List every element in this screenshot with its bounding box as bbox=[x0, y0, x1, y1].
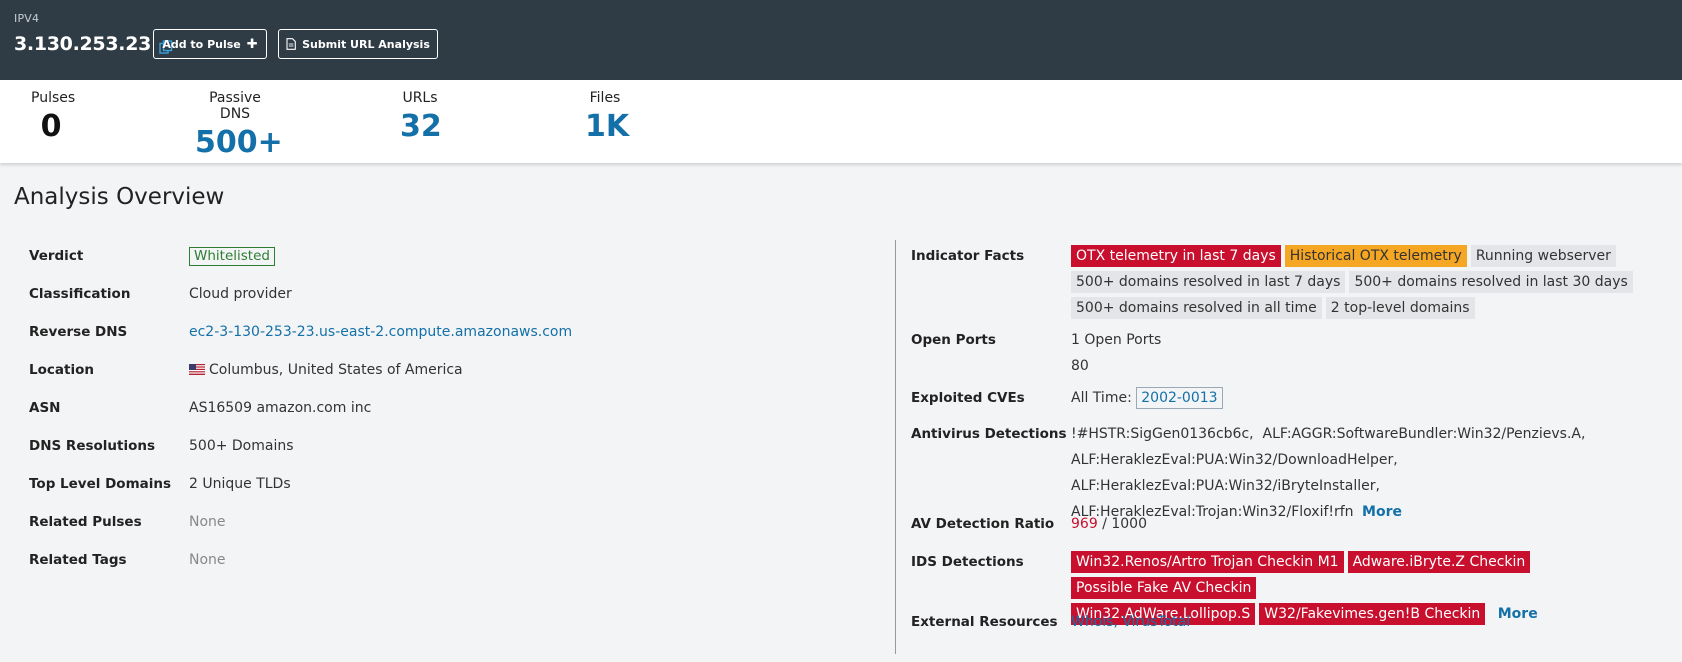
indicator-type: IPV4 bbox=[14, 12, 40, 25]
overview-right-column: Indicator Facts OTX telemetry in last 7 … bbox=[911, 245, 1671, 642]
header-bar: IPV4 3.130.253.23 Add to Pulse ✚ Submit … bbox=[0, 0, 1682, 80]
open-ports-row: Open Ports 1 Open Ports 80 bbox=[911, 330, 1671, 388]
ids-tag: Adware.iBryte.Z Checkin bbox=[1347, 551, 1531, 573]
dns-resolutions-row: DNS Resolutions 500+ Domains bbox=[29, 436, 879, 474]
page-title: Analysis Overview bbox=[14, 184, 225, 210]
field-label: Verdict bbox=[29, 248, 84, 264]
document-icon bbox=[286, 38, 296, 50]
av-total: / 1000 bbox=[1102, 516, 1147, 532]
ids-tag: Win32.Renos/Artro Trojan Checkin M1 bbox=[1071, 551, 1344, 573]
fact-tag: 500+ domains resolved in last 7 days bbox=[1071, 271, 1346, 293]
verdict-row: Verdict Whitelisted bbox=[29, 246, 879, 284]
open-port-value: 80 bbox=[1071, 358, 1089, 374]
stats-bar: Pulses 0 Passive DNS 500+ URLs 32 Files … bbox=[0, 80, 1682, 163]
related-tags-value: None bbox=[189, 552, 226, 568]
classification-value: Cloud provider bbox=[189, 286, 292, 302]
tld-row: Top Level Domains 2 Unique TLDs bbox=[29, 474, 879, 512]
stat-label: Files bbox=[589, 90, 621, 106]
av-detected-count: 969 bbox=[1071, 516, 1098, 532]
fact-tag: 2 top-level domains bbox=[1325, 297, 1475, 319]
fact-tag: Historical OTX telemetry bbox=[1284, 245, 1467, 267]
dns-resolutions-value: 500+ Domains bbox=[189, 438, 294, 454]
av-detection: ALF:HeraklezEval:PUA:Win32/DownloadHelpe… bbox=[1071, 452, 1398, 468]
field-label: DNS Resolutions bbox=[29, 438, 156, 454]
ids-tag: W32/Fakevimes.gen!B Checkin bbox=[1259, 603, 1486, 625]
field-label: AV Detection Ratio bbox=[911, 516, 1055, 532]
submit-url-analysis-button[interactable]: Submit URL Analysis bbox=[278, 29, 438, 59]
related-tags-row: Related Tags None bbox=[29, 550, 879, 588]
field-label: IDS Detections bbox=[911, 554, 1024, 570]
stat-passive-dns[interactable]: Passive DNS 500+ bbox=[195, 90, 283, 162]
fact-tag: OTX telemetry in last 7 days bbox=[1071, 245, 1281, 267]
ids-more-link[interactable]: More bbox=[1498, 606, 1538, 622]
cve-link[interactable]: 2002-0013 bbox=[1136, 387, 1223, 409]
cve-prefix: All Time: bbox=[1071, 390, 1132, 406]
reverse-dns-link[interactable]: ec2-3-130-253-23.us-east-2.compute.amazo… bbox=[189, 324, 572, 340]
field-label: Top Level Domains bbox=[29, 476, 172, 492]
av-detection: !#HSTR:SigGen0136cb6c, bbox=[1071, 426, 1254, 442]
av-detection: ALF:HeraklezEval:PUA:Win32/iBryteInstall… bbox=[1071, 478, 1380, 494]
field-label: ASN bbox=[29, 400, 61, 416]
external-resource-links[interactable]: Whois, VirusTotal bbox=[1071, 614, 1190, 630]
fact-tag: 500+ domains resolved in last 30 days bbox=[1349, 271, 1633, 293]
stat-value[interactable]: 1K bbox=[585, 108, 629, 146]
submit-url-label: Submit URL Analysis bbox=[302, 37, 430, 51]
ip-address: 3.130.253.23 bbox=[14, 33, 152, 55]
column-divider bbox=[895, 240, 896, 654]
tld-value: 2 Unique TLDs bbox=[189, 476, 291, 492]
stat-urls[interactable]: URLs 32 bbox=[400, 90, 442, 146]
verdict-badge: Whitelisted bbox=[189, 247, 275, 266]
location-value: Columbus, United States of America bbox=[209, 362, 463, 378]
av-more-link[interactable]: More bbox=[1362, 504, 1402, 520]
add-to-pulse-label: Add to Pulse bbox=[162, 37, 241, 51]
exploited-cves-row: Exploited CVEs All Time: 2002-0013 bbox=[911, 387, 1671, 424]
ip-row: 3.130.253.23 bbox=[14, 29, 173, 59]
stat-value[interactable]: 500+ bbox=[195, 124, 283, 162]
reverse-dns-row: Reverse DNS ec2-3-130-253-23.us-east-2.c… bbox=[29, 322, 879, 360]
plus-icon: ✚ bbox=[246, 36, 258, 52]
open-ports-count: 1 Open Ports bbox=[1071, 332, 1162, 348]
field-label: Related Tags bbox=[29, 552, 127, 568]
field-label: Indicator Facts bbox=[911, 248, 1025, 264]
ids-row: IDS Detections Win32.Renos/Artro Trojan … bbox=[911, 551, 1671, 625]
stat-value: 0 bbox=[40, 109, 62, 144]
field-label: External Resources bbox=[911, 614, 1058, 630]
field-label: Open Ports bbox=[911, 332, 996, 348]
field-label: Related Pulses bbox=[29, 514, 142, 530]
location-row: Location Columbus, United States of Amer… bbox=[29, 360, 879, 398]
overview-left-column: Verdict Whitelisted Classification Cloud… bbox=[29, 246, 879, 588]
stat-label: Pulses bbox=[31, 90, 76, 106]
av-detection: ALF:AGGR:SoftwareBundler:Win32/Penzievs.… bbox=[1262, 426, 1586, 442]
related-pulses-row: Related Pulses None bbox=[29, 512, 879, 550]
stat-label: URLs bbox=[402, 90, 438, 106]
field-label: Reverse DNS bbox=[29, 324, 128, 340]
antivirus-row: Antivirus Detections !#HSTR:SigGen0136cb… bbox=[911, 424, 1671, 520]
us-flag-icon bbox=[189, 361, 205, 375]
indicator-facts-row: Indicator Facts OTX telemetry in last 7 … bbox=[911, 245, 1671, 330]
asn-value: AS16509 amazon.com inc bbox=[189, 400, 372, 416]
related-pulses-value: None bbox=[189, 514, 226, 530]
fact-tag: Running webserver bbox=[1470, 245, 1616, 267]
add-to-pulse-button[interactable]: Add to Pulse ✚ bbox=[153, 29, 267, 59]
field-label: Classification bbox=[29, 286, 131, 302]
stat-value[interactable]: 32 bbox=[400, 108, 442, 146]
stat-pulses: Pulses 0 bbox=[31, 90, 76, 146]
field-label: Exploited CVEs bbox=[911, 390, 1025, 406]
stat-files[interactable]: Files 1K bbox=[585, 90, 629, 146]
stat-label: Passive DNS bbox=[209, 90, 261, 122]
field-label: Location bbox=[29, 362, 94, 378]
asn-row: ASN AS16509 amazon.com inc bbox=[29, 398, 879, 436]
fact-tag: 500+ domains resolved in all time bbox=[1071, 297, 1322, 319]
classification-row: Classification Cloud provider bbox=[29, 284, 879, 322]
field-label: Antivirus Detections bbox=[911, 426, 1067, 442]
ids-tag: Possible Fake AV Checkin bbox=[1071, 577, 1257, 599]
